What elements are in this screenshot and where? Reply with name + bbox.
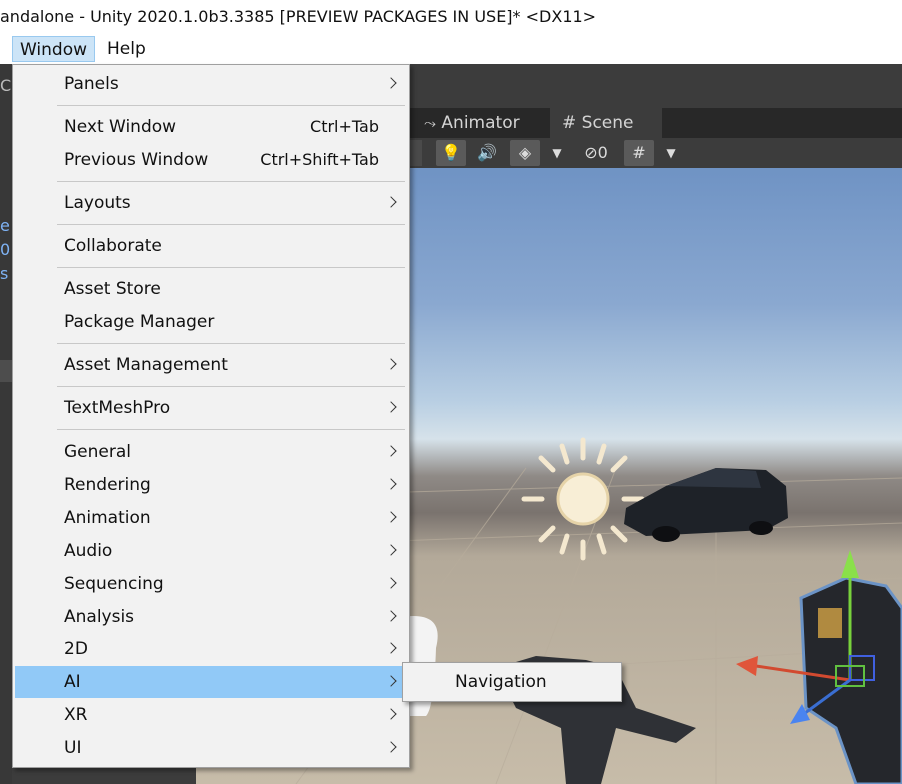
shortcut-label: Ctrl+Shift+Tab bbox=[260, 150, 379, 169]
hierarchy-fragment[interactable]: e bbox=[0, 216, 10, 235]
menu-item-label: Animation bbox=[64, 508, 151, 528]
chevron-right-icon bbox=[385, 77, 397, 89]
menu-separator bbox=[57, 181, 405, 182]
ai-submenu: Navigation bbox=[402, 662, 622, 702]
menu-item-analysis[interactable]: Analysis bbox=[15, 601, 407, 633]
window-menu: Panels Next Window Ctrl+Tab Previous Win… bbox=[12, 64, 410, 768]
menu-item-collaborate[interactable]: Collaborate bbox=[15, 230, 407, 262]
menu-item-ai[interactable]: AI bbox=[15, 666, 407, 698]
chevron-right-icon bbox=[385, 708, 397, 720]
menu-item-ui[interactable]: UI bbox=[15, 732, 407, 764]
chevron-right-icon bbox=[385, 511, 397, 523]
menu-item-label: Asset Management bbox=[64, 355, 228, 375]
menu-item-label: Navigation bbox=[455, 672, 547, 692]
tab-animator[interactable]: ⤳ Animator bbox=[424, 108, 558, 138]
sun-light-icon[interactable] bbox=[521, 437, 645, 561]
car-model[interactable] bbox=[624, 468, 788, 542]
chevron-right-icon bbox=[385, 401, 397, 413]
menu-item-label: Layouts bbox=[64, 193, 131, 213]
menu-item-label: Audio bbox=[64, 541, 113, 561]
menu-item-asset-store[interactable]: Asset Store bbox=[15, 273, 407, 305]
shortcut-label: Ctrl+Tab bbox=[310, 117, 379, 136]
menu-item-label: Next Window bbox=[64, 117, 177, 137]
menu-item-next-window[interactable]: Next Window Ctrl+Tab bbox=[15, 111, 407, 143]
menu-item-label: Previous Window bbox=[64, 150, 209, 170]
hierarchy-panel: C e 0 s bbox=[0, 64, 12, 784]
menu-separator bbox=[57, 105, 405, 106]
menu-item-label: 2D bbox=[64, 639, 88, 659]
hierarchy-fragment: C bbox=[0, 76, 12, 95]
scene-toolbar: 💡 🔊 ◈ ▼ ⊘0 # ▼ bbox=[410, 138, 902, 168]
menu-item-label: Panels bbox=[64, 74, 119, 94]
hierarchy-fragment[interactable]: s bbox=[0, 264, 8, 283]
menu-item-package-manager[interactable]: Package Manager bbox=[15, 306, 407, 338]
menu-item-sequencing[interactable]: Sequencing bbox=[15, 568, 407, 600]
chevron-right-icon bbox=[385, 544, 397, 556]
toolbar-partial-button[interactable] bbox=[410, 140, 422, 166]
chevron-right-icon bbox=[385, 577, 397, 589]
menu-item-label: XR bbox=[64, 705, 88, 725]
menu-item-label: AI bbox=[64, 672, 81, 692]
tab-label: Scene bbox=[581, 113, 634, 133]
chevron-right-icon bbox=[385, 610, 397, 622]
menu-separator bbox=[57, 386, 405, 387]
chevron-right-icon bbox=[385, 358, 397, 370]
menu-item-general[interactable]: General bbox=[15, 436, 407, 468]
menu-item-2d[interactable]: 2D bbox=[15, 633, 407, 665]
hierarchy-fragment[interactable]: 0 bbox=[0, 240, 10, 259]
menu-item-label: Collaborate bbox=[64, 236, 162, 256]
menu-item-layouts[interactable]: Layouts bbox=[15, 187, 407, 219]
menu-separator bbox=[57, 429, 405, 430]
tab-label: Animator bbox=[441, 113, 520, 133]
window-title: andalone - Unity 2020.1.0b3.3385 [PREVIE… bbox=[0, 7, 597, 26]
menu-item-label: General bbox=[64, 442, 131, 462]
menu-item-label: Asset Store bbox=[64, 279, 161, 299]
animator-icon: ⤳ bbox=[424, 114, 437, 132]
chevron-down-icon[interactable]: ▼ bbox=[546, 140, 568, 166]
tab-scene[interactable]: # Scene bbox=[550, 108, 662, 138]
menu-item-rendering[interactable]: Rendering bbox=[15, 469, 407, 501]
menu-item-label: Rendering bbox=[64, 475, 151, 495]
menu-item-asset-management[interactable]: Asset Management bbox=[15, 349, 407, 381]
effects-toggle-icon[interactable]: ◈ bbox=[510, 140, 540, 166]
menu-item-panels[interactable]: Panels bbox=[15, 68, 407, 100]
chevron-down-icon[interactable]: ▼ bbox=[660, 140, 682, 166]
chevron-right-icon bbox=[385, 675, 397, 687]
menu-item-previous-window[interactable]: Previous Window Ctrl+Shift+Tab bbox=[15, 144, 407, 176]
gizmo-grid-icon[interactable]: # bbox=[624, 140, 654, 166]
lighting-toggle-icon[interactable]: 💡 bbox=[436, 140, 466, 166]
menu-item-label: Package Manager bbox=[64, 312, 215, 332]
menu-item-textmeshpro[interactable]: TextMeshPro bbox=[15, 392, 407, 424]
menu-item-animation[interactable]: Animation bbox=[15, 502, 407, 534]
eye-slash-icon: ⊘ bbox=[584, 143, 598, 162]
menu-separator bbox=[57, 267, 405, 268]
chevron-right-icon bbox=[385, 741, 397, 753]
chevron-right-icon bbox=[385, 642, 397, 654]
hidden-count: 0 bbox=[597, 143, 608, 162]
tab-row: ⤳ Animator # Scene bbox=[410, 108, 902, 138]
grid-icon: # bbox=[562, 113, 577, 133]
menu-separator bbox=[57, 224, 405, 225]
chevron-right-icon bbox=[385, 478, 397, 490]
menu-item-navigation[interactable]: Navigation bbox=[405, 666, 619, 698]
hierarchy-selection bbox=[0, 360, 12, 382]
scene-visibility-icon[interactable]: ⊘0 bbox=[576, 140, 616, 166]
title-bar: andalone - Unity 2020.1.0b3.3385 [PREVIE… bbox=[0, 0, 902, 34]
menu-bar: Window Help bbox=[0, 34, 902, 64]
menu-item-label: Sequencing bbox=[64, 574, 164, 594]
chevron-right-icon bbox=[385, 445, 397, 457]
menu-help[interactable]: Help bbox=[100, 36, 153, 62]
chevron-right-icon bbox=[385, 196, 397, 208]
menu-item-label: UI bbox=[64, 738, 82, 758]
menu-item-xr[interactable]: XR bbox=[15, 699, 407, 731]
menu-window[interactable]: Window bbox=[12, 36, 96, 62]
audio-toggle-icon[interactable]: 🔊 bbox=[472, 140, 502, 166]
menu-item-label: TextMeshPro bbox=[64, 398, 171, 418]
menu-separator bbox=[57, 343, 405, 344]
menu-item-audio[interactable]: Audio bbox=[15, 535, 407, 567]
menu-item-label: Analysis bbox=[64, 607, 135, 627]
